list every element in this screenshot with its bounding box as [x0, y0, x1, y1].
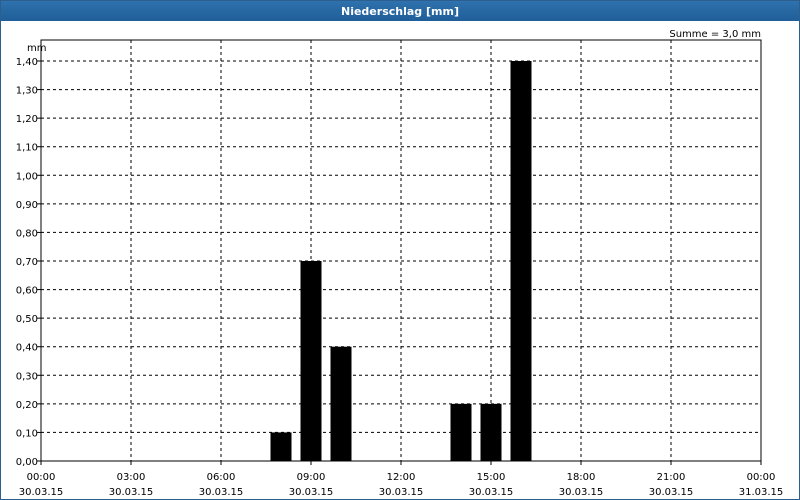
y-tick-label: 0,90	[16, 200, 38, 211]
x-tick-time-label: 15:00	[477, 472, 506, 483]
x-tick-time-label: 12:00	[387, 472, 416, 483]
y-tick-label: 0,70	[16, 257, 38, 268]
y-axis-unit-label: mm	[27, 43, 46, 54]
x-tick-time-label: 09:00	[297, 472, 326, 483]
x-tick-date-label: 30.03.15	[109, 487, 154, 498]
y-tick-label: 1,30	[16, 86, 38, 97]
precipitation-chart: 0,00 0,10 0,20 0,30 0,40 0,50 0,60 0,70 0,80 0,90…	[16, 29, 784, 498]
x-tick-date-label: 30.03.15	[649, 487, 694, 498]
y-tick-label: 0,10	[16, 428, 38, 439]
x-tick-time-label: 06:00	[207, 472, 236, 483]
y-tick-label: 0,30	[16, 371, 38, 382]
precipitation-bar	[510, 61, 532, 461]
precipitation-bar	[270, 432, 292, 461]
x-tick-time-label: 18:00	[567, 472, 596, 483]
precipitation-bar	[300, 261, 322, 461]
y-tick-label: 0,50	[16, 314, 38, 325]
y-tick-label: 1,20	[16, 114, 38, 125]
precipitation-bar	[480, 403, 502, 461]
y-tick-label: 0,20	[16, 400, 38, 411]
y-tick-label: 0,60	[16, 286, 38, 297]
x-tick-time-label: 00:00	[747, 472, 776, 483]
x-tick-time-label: 21:00	[657, 472, 686, 483]
sum-label: Summe = 3,0 mm	[669, 29, 761, 40]
x-tick-date-label: 30.03.15	[199, 487, 244, 498]
chart-window: Niederschlag [mm] 0,00 0,10 0,20 0,30 0,40 0,…	[0, 0, 800, 500]
y-tick-label: 0,40	[16, 343, 38, 354]
y-tick-label: 0,80	[16, 228, 38, 239]
x-tick-date-label: 30.03.15	[19, 487, 64, 498]
y-tick-label: 1,40	[16, 57, 38, 68]
x-tick-time-label: 03:00	[117, 472, 146, 483]
y-tick-label: 1,00	[16, 171, 38, 182]
y-tick-label: 1,10	[16, 143, 38, 154]
grid-lines	[41, 40, 761, 461]
x-tick-date-label: 31.03.15	[739, 487, 784, 498]
y-tick-label: 0,00	[16, 457, 38, 468]
precipitation-bar	[330, 346, 352, 461]
precipitation-bar	[450, 403, 472, 461]
x-tick-time-label: 00:00	[27, 472, 56, 483]
x-tick-date-label: 30.03.15	[469, 487, 514, 498]
x-tick-date-label: 30.03.15	[289, 487, 334, 498]
x-tick-date-label: 30.03.15	[559, 487, 604, 498]
axes	[37, 39, 762, 465]
x-tick-date-label: 30.03.15	[379, 487, 424, 498]
